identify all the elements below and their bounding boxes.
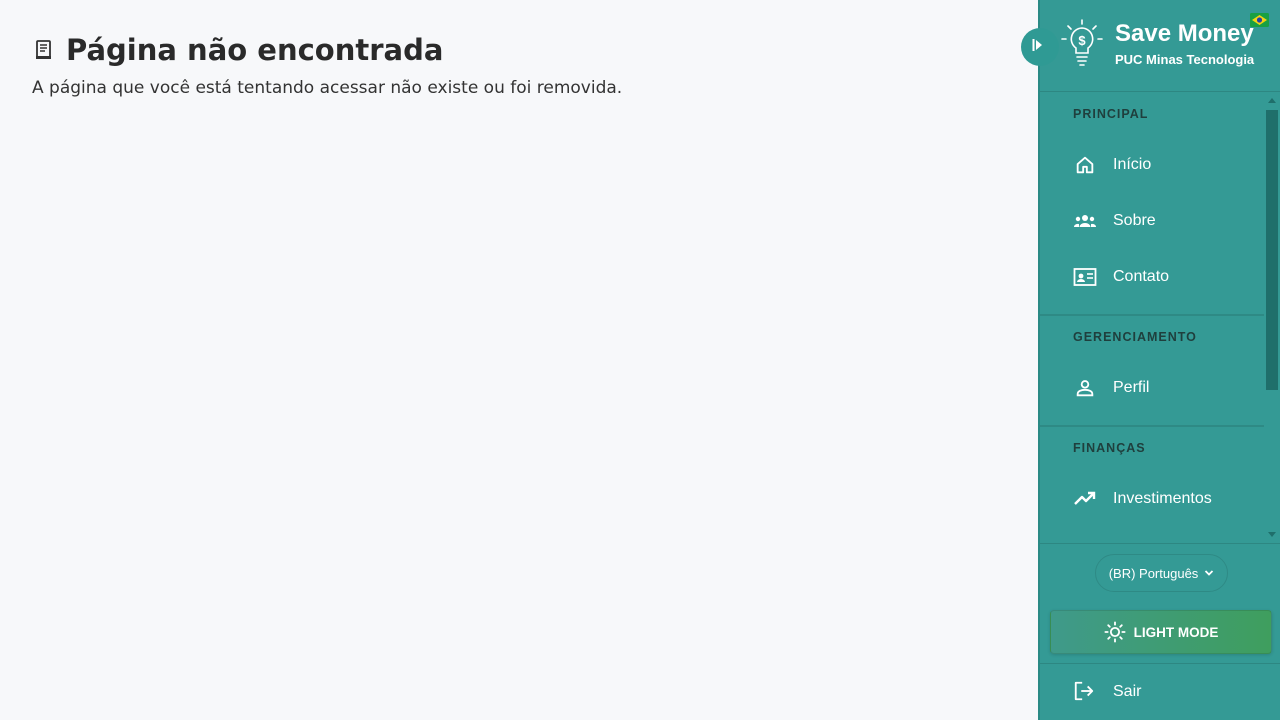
sidebar-item-inicio[interactable]: Início [1040,137,1266,193]
sidebar-item-investimentos[interactable]: Investimentos [1040,471,1266,527]
sidebar-item-label: Contato [1113,268,1170,285]
page-title: Página não encontrada [32,30,1006,70]
document-icon [32,38,56,62]
logout-button[interactable]: Sair [1040,664,1280,720]
sidebar-nav: PRINCIPAL Início Sobre Contato GERENCIAM… [1040,93,1266,543]
sidebar-item-perfil[interactable]: Perfil [1040,360,1266,416]
sidebar-item-label: Sobre [1113,212,1156,229]
main-content: Página não encontrada A página que você … [0,0,1038,720]
contact-card-icon [1073,265,1097,289]
person-icon [1073,376,1097,400]
light-mode-button[interactable]: LIGHT MODE [1050,610,1272,654]
sidebar-scrollbar[interactable] [1264,93,1280,543]
logout-label: Sair [1113,683,1142,700]
sidebar-item-label: Início [1113,156,1152,173]
sidebar-toggle-button[interactable] [1021,28,1059,66]
scrollbar-thumb[interactable] [1266,110,1278,390]
sidebar-item-contato[interactable]: Contato [1040,249,1266,305]
brazil-flag-icon[interactable] [1250,13,1269,27]
page-title-text: Página não encontrada [66,33,444,67]
sidebar-item-label: Investimentos [1113,490,1212,507]
language-select[interactable]: (BR) Português [1095,554,1228,592]
sun-icon [1104,621,1126,643]
group-icon [1073,209,1097,233]
brand-subtitle: PUC Minas Tecnologia [1115,52,1255,67]
language-select-value: (BR) Português [1108,565,1199,581]
section-label-gerenciamento: GERENCIAMENTO [1073,330,1197,344]
sidebar-footer: (BR) Português LIGHT MODE Sair [1040,543,1280,720]
scroll-up-arrow-icon[interactable] [1268,98,1276,103]
chevron-down-icon [1204,568,1214,578]
brand-name: Save Money [1115,20,1254,47]
logout-icon [1073,680,1097,704]
home-icon [1073,153,1097,177]
svg-text:$: $ [1078,33,1086,48]
sidebar: $ Save Money PUC Minas Tecnologia PRINCI… [1038,0,1280,720]
section-label-financas: FINANÇAS [1073,441,1146,455]
light-mode-label: LIGHT MODE [1133,624,1219,640]
brand-header: $ Save Money PUC Minas Tecnologia [1040,0,1280,92]
sidebar-item-label: Perfil [1113,379,1150,396]
trending-up-icon [1073,487,1097,511]
lightbulb-dollar-icon: $ [1060,18,1104,72]
page-description: A página que você está tentando acessar … [32,78,623,98]
collapse-sidebar-icon [1032,37,1044,57]
scroll-down-arrow-icon[interactable] [1268,532,1276,537]
sidebar-item-sobre[interactable]: Sobre [1040,193,1266,249]
section-label-principal: PRINCIPAL [1073,107,1149,121]
